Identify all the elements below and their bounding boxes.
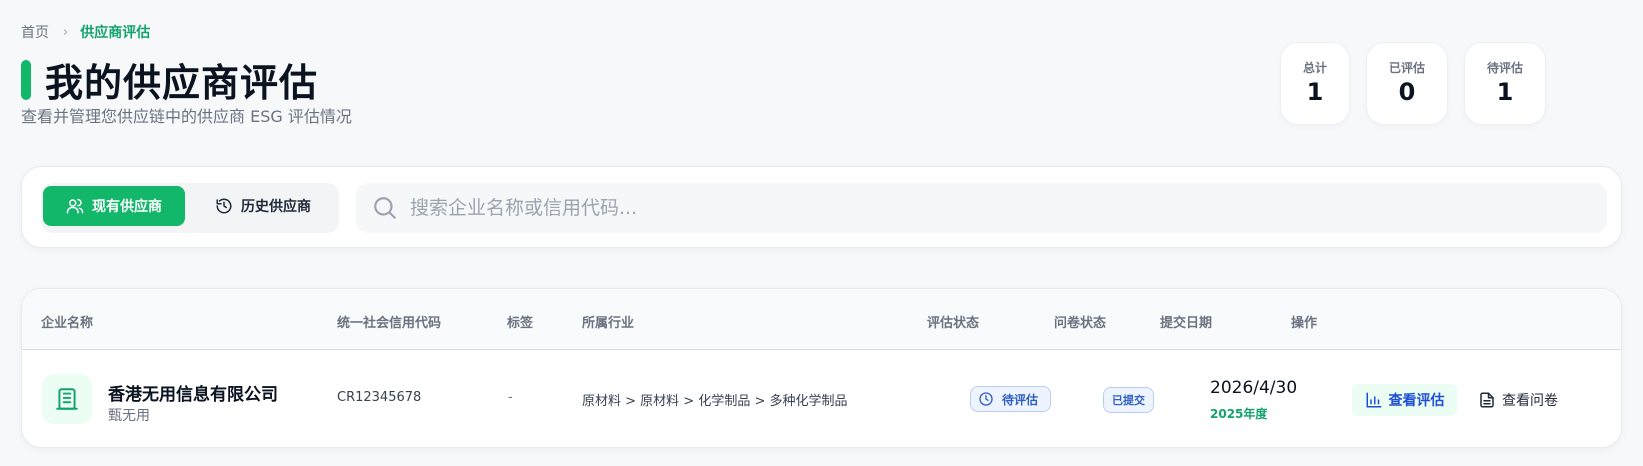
column-header-company: 企业名称	[41, 316, 94, 331]
industry-path: 原材料 > 原材料 > 化学制品 > 多种化学制品	[582, 394, 848, 409]
stat-label: 待评估	[1486, 61, 1523, 75]
clock-icon	[979, 392, 993, 406]
stat-card-evaluated: 已评估 0	[1366, 42, 1448, 125]
users-icon	[66, 198, 84, 214]
breadcrumb-chevron-icon: ›	[63, 24, 69, 40]
breadcrumb-home[interactable]: 首页	[21, 22, 49, 42]
supplier-tabs: 现有供应商 历史供应商	[41, 183, 339, 233]
column-header-credit-code: 统一社会信用代码	[337, 316, 442, 331]
bar-chart-icon	[1366, 392, 1381, 408]
column-header-submit-date: 提交日期	[1160, 316, 1213, 331]
building-icon	[42, 374, 92, 424]
view-questionnaire-button[interactable]: 查看问卷	[1478, 384, 1558, 416]
submit-year: 2025年度	[1210, 407, 1268, 421]
tab-label: 历史供应商	[241, 199, 311, 215]
stat-card-total: 总计 1	[1280, 42, 1350, 125]
file-text-icon	[1480, 392, 1494, 408]
credit-code: CR12345678	[337, 390, 422, 405]
column-header-eval-status: 评估状态	[927, 316, 980, 331]
view-questionnaire-label: 查看问卷	[1502, 393, 1558, 409]
questionnaire-status-badge: 已提交	[1103, 387, 1154, 413]
title-accent-bar	[21, 59, 31, 100]
supplier-table: 企业名称 统一社会信用代码 标签 所属行业 评估状态 问卷状态 提交日期 操作 …	[21, 288, 1622, 448]
stat-value: 1	[1306, 78, 1324, 106]
eval-status-label: 待评估	[1002, 392, 1039, 407]
search-box	[356, 183, 1607, 233]
stat-value: 1	[1496, 78, 1514, 106]
column-header-actions: 操作	[1291, 316, 1318, 331]
tag-value: -	[508, 390, 513, 405]
page-subtitle: 查看并管理您供应链中的供应商 ESG 评估情况	[21, 107, 352, 126]
search-input[interactable]	[410, 197, 1560, 219]
submit-date: 2026/4/30	[1210, 378, 1298, 398]
tab-current-suppliers[interactable]: 现有供应商	[43, 186, 185, 226]
view-evaluation-label: 查看评估	[1388, 393, 1445, 409]
stat-label: 已评估	[1388, 61, 1425, 75]
column-header-questionnaire-status: 问卷状态	[1054, 316, 1107, 331]
tab-history-suppliers[interactable]: 历史供应商	[193, 186, 333, 226]
column-header-tag: 标签	[507, 316, 534, 331]
history-icon	[216, 198, 232, 214]
filter-bar: 现有供应商 历史供应商	[21, 166, 1622, 248]
page-header: 我的供应商评估	[21, 52, 318, 107]
stat-card-pending: 待评估 1	[1464, 42, 1546, 125]
page-title: 我的供应商评估	[45, 61, 319, 105]
company-contact: 甄无用	[108, 408, 150, 424]
breadcrumb-current: 供应商评估	[80, 25, 151, 41]
search-icon	[372, 195, 398, 221]
breadcrumb: 首页 › 供应商评估	[21, 22, 150, 42]
company-name: 香港无用信息有限公司	[108, 385, 278, 405]
column-header-industry: 所属行业	[582, 316, 635, 331]
stat-value: 0	[1398, 78, 1416, 106]
questionnaire-status-label: 已提交	[1112, 394, 1145, 407]
table-row: 香港无用信息有限公司 甄无用 CR12345678 - 原材料 > 原材料 > …	[22, 350, 1621, 447]
tab-label: 现有供应商	[92, 199, 162, 215]
stat-label: 总计	[1302, 61, 1327, 75]
eval-status-badge: 待评估	[970, 386, 1051, 412]
table-header: 企业名称 统一社会信用代码 标签 所属行业 评估状态 问卷状态 提交日期 操作	[22, 289, 1621, 350]
view-evaluation-button[interactable]: 查看评估	[1352, 384, 1457, 416]
